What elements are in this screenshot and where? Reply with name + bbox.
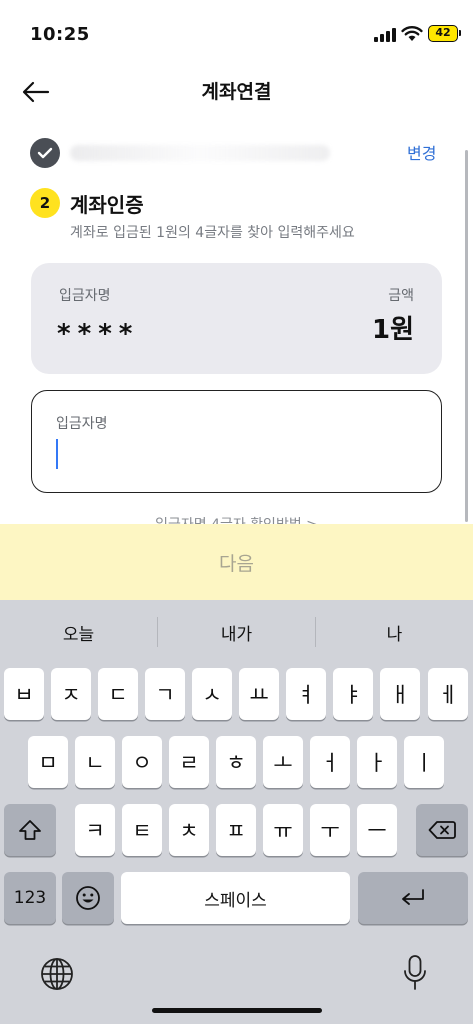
shift-icon: [19, 820, 41, 840]
status-time: 10:25: [30, 24, 90, 45]
key[interactable]: ㅗ: [263, 736, 303, 788]
delete-key[interactable]: [416, 804, 468, 856]
backspace-icon: [428, 821, 456, 839]
key[interactable]: ㄴ: [75, 736, 115, 788]
home-indicator: [152, 1008, 322, 1013]
key[interactable]: ㅋ: [75, 804, 115, 856]
cellular-signal-icon: [374, 28, 396, 42]
key[interactable]: ㄱ: [145, 668, 185, 720]
keyboard: 오늘 내가 나 ㅂ ㅈ ㄷ ㄱ ㅅ ㅛ ㅕ ㅑ ㅐ ㅔ ㅁ ㄴ ㅇ ㄹ ㅎ ㅗ …: [0, 600, 473, 1024]
space-key[interactable]: 스페이스: [121, 872, 350, 924]
step-complete-check-icon: [30, 138, 60, 168]
battery-level: 42: [435, 26, 451, 39]
scrollbar: [465, 150, 468, 522]
return-icon: [402, 889, 424, 905]
numbers-key[interactable]: 123: [4, 872, 56, 924]
key[interactable]: ㅈ: [51, 668, 91, 720]
key[interactable]: ㅐ: [380, 668, 420, 720]
globe-icon[interactable]: [39, 956, 75, 992]
step-number-badge: 2: [30, 188, 60, 218]
depositor-name-field[interactable]: 입금자명: [31, 390, 442, 493]
emoji-icon: [76, 886, 100, 910]
suggestion-item[interactable]: 오늘: [0, 620, 157, 645]
suggestion-item[interactable]: 내가: [158, 620, 315, 645]
masked-depositor-name: ****: [57, 319, 140, 349]
key[interactable]: ㄹ: [169, 736, 209, 788]
microphone-icon[interactable]: [402, 954, 428, 992]
step-title: 계좌인증: [70, 193, 144, 217]
key[interactable]: ㅜ: [310, 804, 350, 856]
key[interactable]: ㅛ: [239, 668, 279, 720]
key[interactable]: ㅊ: [169, 804, 209, 856]
amount-value: 1원: [371, 315, 414, 345]
key[interactable]: ㅍ: [216, 804, 256, 856]
key[interactable]: ㅁ: [28, 736, 68, 788]
key[interactable]: ㅠ: [263, 804, 303, 856]
key[interactable]: ㄷ: [98, 668, 138, 720]
blurred-account-info: [70, 145, 330, 161]
key[interactable]: ㅂ: [4, 668, 44, 720]
depositor-name-field-label: 입금자명: [56, 416, 108, 432]
suggestion-bar: 오늘 내가 나: [0, 600, 473, 662]
deposit-info-card: 입금자명 금액 **** 1원: [31, 263, 442, 374]
key[interactable]: ㅌ: [122, 804, 162, 856]
depositor-name-input[interactable]: [54, 435, 414, 469]
depositor-label: 입금자명: [59, 288, 111, 304]
suggestion-item[interactable]: 나: [316, 620, 473, 645]
key[interactable]: ㅑ: [333, 668, 373, 720]
shift-key[interactable]: [4, 804, 56, 856]
wifi-icon: [401, 26, 423, 41]
key[interactable]: ㅣ: [404, 736, 444, 788]
page-title: 계좌연결: [201, 81, 272, 103]
key[interactable]: ㅕ: [286, 668, 326, 720]
key[interactable]: ㅎ: [216, 736, 256, 788]
amount-label: 금액: [388, 288, 414, 304]
step-description: 계좌로 입금된 1원의 4글자를 찾아 입력해주세요: [70, 225, 355, 241]
key[interactable]: ㅓ: [310, 736, 350, 788]
key[interactable]: ㅡ: [357, 804, 397, 856]
return-key[interactable]: [358, 872, 468, 924]
key[interactable]: ㅏ: [357, 736, 397, 788]
key[interactable]: ㅅ: [192, 668, 232, 720]
next-button[interactable]: 다음: [0, 524, 473, 600]
key[interactable]: ㅇ: [122, 736, 162, 788]
change-account-link[interactable]: 변경: [407, 140, 436, 164]
status-bar: 10:25 42: [0, 0, 473, 64]
emoji-key[interactable]: [62, 872, 114, 924]
key[interactable]: ㅔ: [428, 668, 468, 720]
battery-icon: 42: [428, 25, 461, 42]
